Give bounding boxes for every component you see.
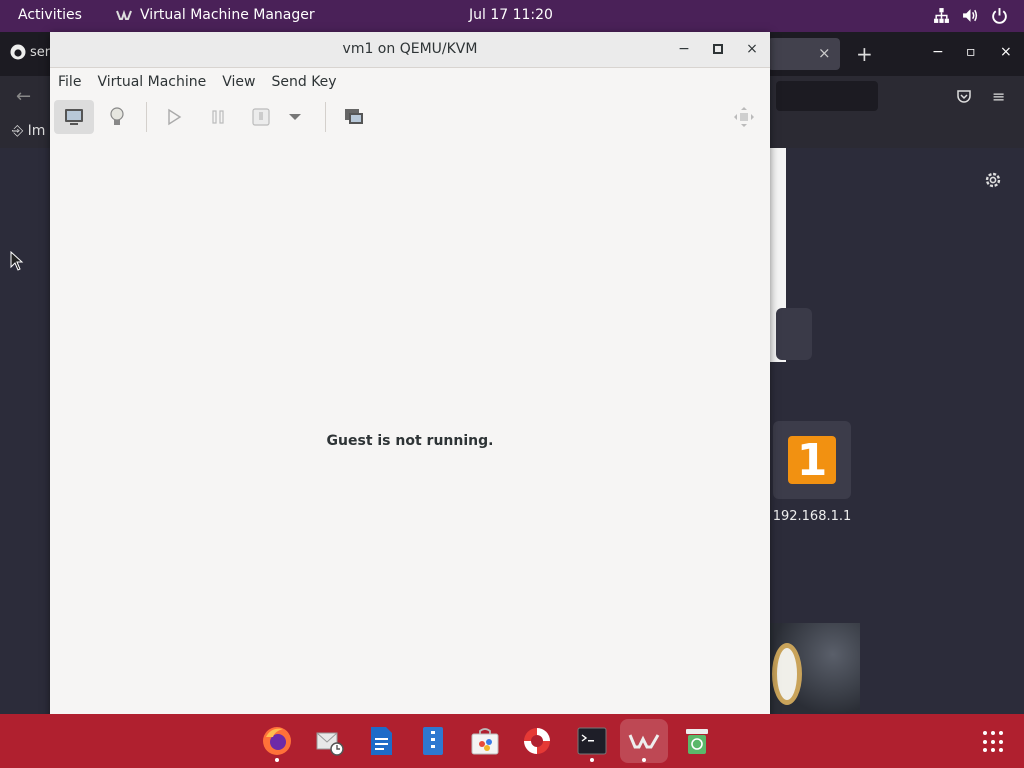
- back-button[interactable]: ←: [16, 86, 31, 107]
- import-icon: ⎆: [12, 123, 24, 139]
- lightbulb-icon: [110, 107, 124, 125]
- console-monitor-icon: [65, 109, 83, 125]
- app-menu[interactable]: Virtual Machine Manager: [116, 7, 315, 23]
- trash-icon: [686, 729, 708, 754]
- dock-virt-manager[interactable]: [627, 724, 661, 758]
- menu-bar: File Virtual Machine View Send Key: [50, 68, 770, 96]
- dock-help[interactable]: [520, 724, 554, 758]
- bookmark-label: Im: [27, 123, 46, 139]
- window-titlebar[interactable]: vm1 on QEMU/KVM − ×: [50, 32, 770, 68]
- power-icon: [992, 8, 1007, 24]
- browser-close-button[interactable]: ×: [1000, 44, 1012, 60]
- app-menu-label: Virtual Machine Manager: [140, 7, 315, 23]
- gear-icon[interactable]: [983, 170, 1003, 190]
- system-tray[interactable]: [933, 7, 1008, 24]
- mail-clock-icon: [316, 732, 344, 756]
- firefox-icon: [263, 727, 291, 755]
- vm-console-window: vm1 on QEMU/KVM − × File Virtual Machine…: [50, 32, 770, 745]
- shutdown-dropdown[interactable]: [280, 100, 310, 134]
- pocket-icon[interactable]: [956, 88, 972, 104]
- volume-icon: [963, 9, 978, 22]
- top-bar: Activities Virtual Machine Manager Jul 1…: [0, 0, 1024, 32]
- network-icon: [934, 8, 949, 23]
- details-button[interactable]: [97, 100, 137, 134]
- software-store-icon: [471, 728, 499, 755]
- show-apps-grid-icon[interactable]: [983, 731, 1005, 753]
- menu-file[interactable]: File: [50, 74, 89, 90]
- chevron-down-icon: [289, 114, 301, 120]
- dock-firefox[interactable]: [260, 724, 294, 758]
- screenshot-icon: [345, 109, 363, 124]
- clock[interactable]: Jul 17 11:20: [469, 7, 553, 23]
- dock: [0, 714, 1024, 768]
- window-title: vm1 on QEMU/KVM: [342, 41, 478, 57]
- bookmark-import[interactable]: ⎆ Im: [12, 123, 45, 139]
- dock-running-dot: [275, 758, 279, 762]
- dock-running-dot: [590, 758, 594, 762]
- shutdown-button[interactable]: [241, 100, 281, 134]
- activities-button[interactable]: Activities: [18, 7, 82, 23]
- minimize-button[interactable]: −: [675, 40, 693, 58]
- toolbar-separator: [146, 102, 147, 132]
- mouse-cursor-icon: [10, 251, 24, 271]
- dock-terminal[interactable]: [575, 724, 609, 758]
- tab-close-icon[interactable]: ×: [818, 44, 831, 62]
- menu-view[interactable]: View: [214, 74, 263, 90]
- dock-files[interactable]: [416, 724, 450, 758]
- dock-trash[interactable]: [680, 724, 714, 758]
- virt-manager-icon: [116, 9, 132, 20]
- url-bar[interactable]: [776, 81, 878, 111]
- file-manager-icon: [423, 727, 443, 755]
- writer-icon: [371, 727, 392, 755]
- menu-virtual-machine[interactable]: Virtual Machine: [89, 74, 214, 90]
- github-icon: [10, 44, 26, 60]
- desktop-icon-label: 192.168.1.1: [772, 509, 852, 524]
- close-button[interactable]: ×: [743, 40, 761, 58]
- mirror-image: [772, 643, 802, 705]
- virt-manager-icon: [628, 734, 660, 749]
- screenshot-button[interactable]: [334, 100, 374, 134]
- browser-menu-icon[interactable]: ≡: [992, 87, 1005, 106]
- dock-software[interactable]: [468, 724, 502, 758]
- toolbar-separator: [325, 102, 326, 132]
- browser-tab[interactable]: ser: [10, 44, 50, 60]
- dock-running-dot: [642, 758, 646, 762]
- new-tab-button[interactable]: +: [856, 42, 873, 66]
- pause-button[interactable]: [198, 100, 238, 134]
- guest-status-message: Guest is not running.: [326, 433, 494, 449]
- menu-send-key[interactable]: Send Key: [263, 74, 344, 90]
- fullscreen-icon: [734, 107, 754, 127]
- help-lifebuoy-icon: [524, 728, 550, 754]
- fullscreen-button[interactable]: [724, 100, 764, 134]
- run-button[interactable]: [154, 100, 194, 134]
- router-number-icon: 1: [788, 435, 836, 486]
- browser-maximize-button[interactable]: ▫: [966, 44, 976, 60]
- toolbar: [50, 96, 770, 138]
- play-icon: [168, 108, 182, 126]
- console-area[interactable]: Guest is not running.: [50, 138, 770, 745]
- maximize-icon: [713, 44, 723, 54]
- dock-writer[interactable]: [364, 724, 398, 758]
- page-tile: [776, 308, 812, 360]
- maximize-button[interactable]: [709, 40, 727, 58]
- pause-icon: [212, 110, 224, 124]
- wallpaper-photo: [770, 623, 860, 713]
- terminal-icon: [577, 727, 607, 755]
- browser-minimize-button[interactable]: −: [932, 44, 944, 60]
- browser-tab-label: ser: [30, 44, 51, 60]
- console-button[interactable]: [54, 100, 94, 134]
- dock-mail[interactable]: [312, 724, 346, 758]
- shutdown-icon: [252, 108, 270, 126]
